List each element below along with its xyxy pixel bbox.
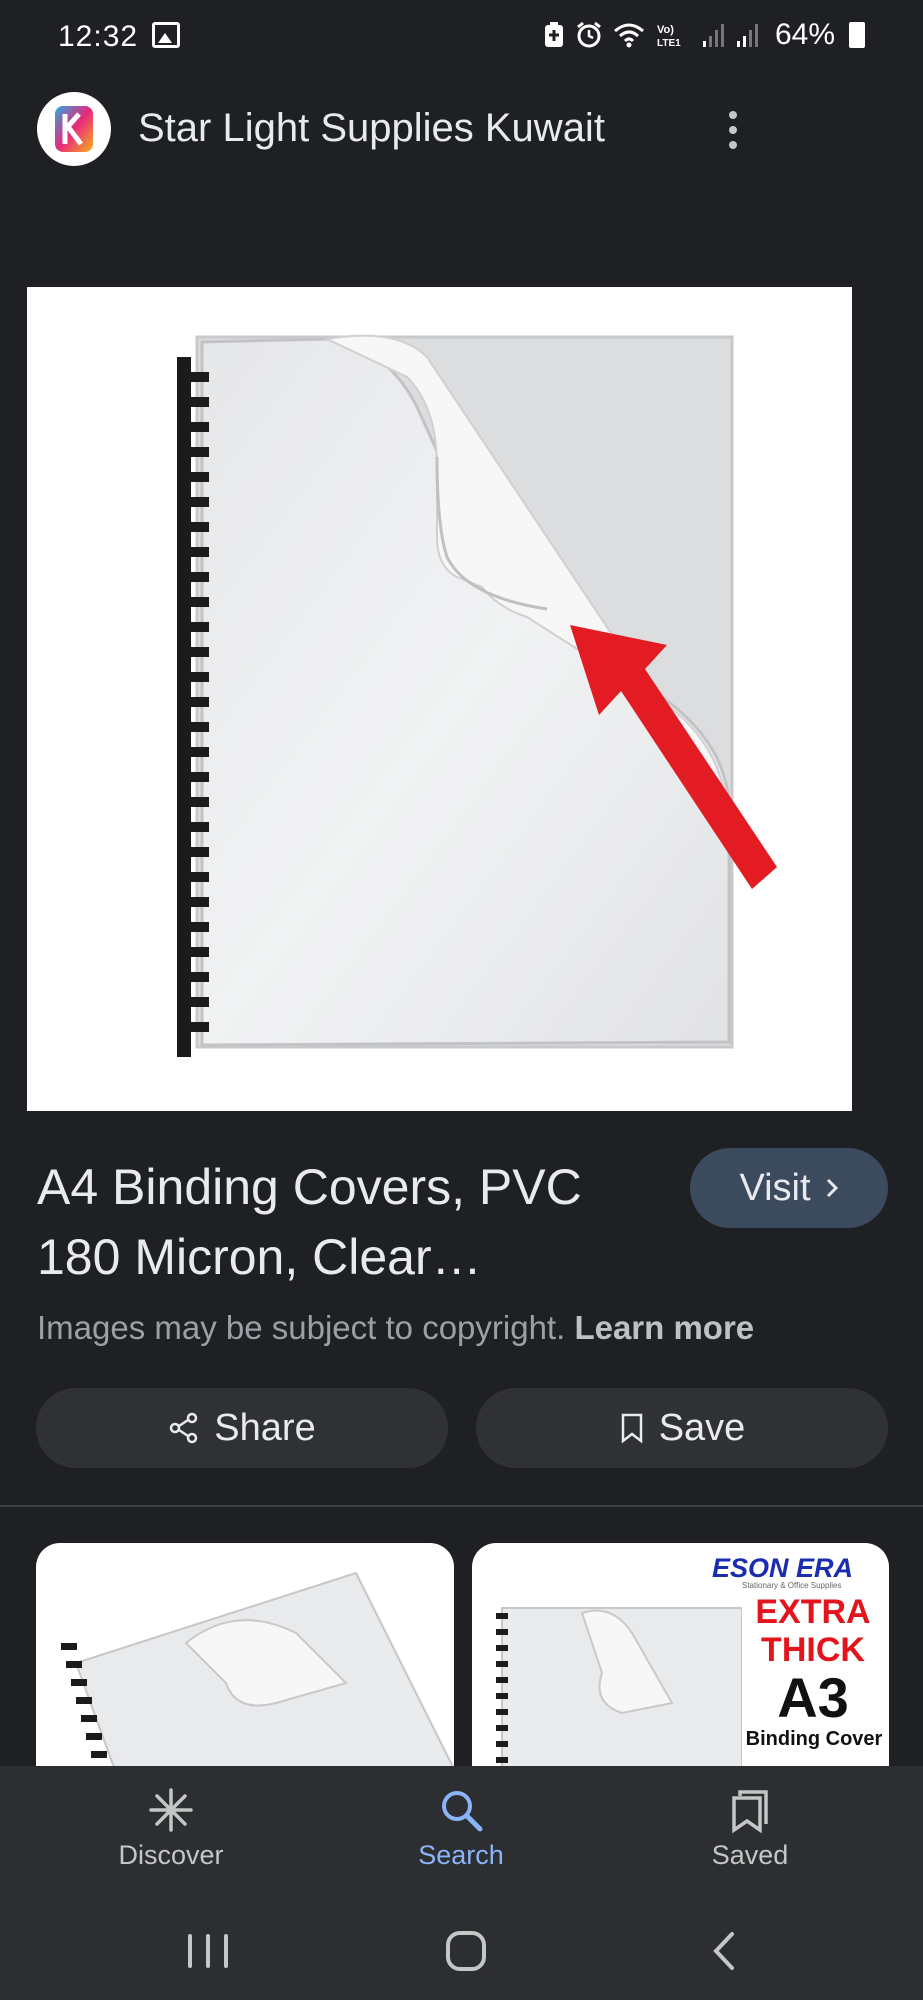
- signal-1-icon: [702, 24, 724, 47]
- battery-saver-icon: [544, 22, 563, 47]
- nav-discover[interactable]: Discover: [71, 1786, 271, 1871]
- status-icons: Vo) LTE1 64%: [543, 18, 865, 52]
- related-image-1[interactable]: [36, 1543, 454, 1773]
- recent-apps-icon[interactable]: [178, 1926, 238, 1976]
- site-logo[interactable]: [37, 92, 111, 166]
- nav-saved-label: Saved: [711, 1840, 789, 1870]
- status-time: 12:32: [58, 20, 139, 53]
- nav-search-label: Search: [418, 1840, 504, 1870]
- signal-2-icon: [736, 24, 758, 47]
- saved-icon: [732, 1790, 768, 1834]
- share-button[interactable]: Share: [36, 1388, 448, 1468]
- site-logo-image: [55, 106, 93, 152]
- more-options-icon[interactable]: [718, 105, 748, 155]
- site-name[interactable]: Star Light Supplies Kuwait: [138, 106, 605, 151]
- save-label: Save: [658, 1406, 746, 1449]
- related-image-1-illustration: [61, 1571, 454, 1773]
- divider: [0, 1505, 923, 1507]
- share-label: Share: [214, 1406, 316, 1449]
- svg-text:LTE1: LTE1: [657, 38, 681, 49]
- svg-text:Vo): Vo): [657, 24, 674, 36]
- home-icon[interactable]: [436, 1926, 496, 1976]
- eson-era-tagline: Stationary & Office Supplies: [742, 1581, 842, 1590]
- save-button[interactable]: Save: [476, 1388, 888, 1468]
- chevron-right-icon: [826, 1178, 838, 1198]
- visit-label: Visit: [739, 1166, 811, 1209]
- search-icon: [442, 1791, 483, 1832]
- binding-cover-label: Binding Cover: [745, 1728, 883, 1750]
- share-icon: [170, 1412, 198, 1444]
- eson-era-logo: ESON ERA: [712, 1553, 854, 1583]
- related-image-2[interactable]: ESON ERA Stationary & Office Supplies EX…: [472, 1543, 889, 1773]
- system-navigation-bar: [0, 1906, 923, 2000]
- copyright-notice: Images may be subject to copyright. Lear…: [37, 1309, 754, 1347]
- extra-thick-label: EXTRA THICK: [755, 1593, 871, 1669]
- nav-saved[interactable]: Saved: [650, 1786, 850, 1871]
- product-image[interactable]: [27, 287, 852, 1111]
- lte-icon: Vo) LTE1: [657, 24, 681, 49]
- copyright-text: Images may be subject to copyright.: [37, 1309, 566, 1346]
- alarm-icon: [577, 21, 601, 48]
- battery-icon: [849, 22, 865, 48]
- wifi-icon: [613, 23, 644, 48]
- result-header: Star Light Supplies Kuwait: [0, 72, 923, 187]
- visit-button[interactable]: Visit: [690, 1148, 888, 1228]
- nav-search[interactable]: Search: [361, 1786, 561, 1871]
- discover-icon: [149, 1788, 193, 1832]
- a3-label: A3: [777, 1666, 849, 1729]
- status-bar: 12:32 Vo) LTE1 64%: [0, 0, 923, 72]
- product-title[interactable]: A4 Binding Covers, PVC 180 Micron, Clear…: [37, 1152, 647, 1292]
- bottom-navigation: Discover Search Saved: [0, 1766, 923, 1906]
- bookmark-icon: [621, 1413, 642, 1444]
- gallery-notification-icon: [152, 22, 180, 48]
- learn-more-link[interactable]: Learn more: [574, 1309, 754, 1346]
- nav-discover-label: Discover: [118, 1840, 224, 1870]
- binding-cover-illustration: [177, 334, 777, 1057]
- back-icon[interactable]: [694, 1926, 754, 1976]
- battery-percent: 64%: [774, 18, 835, 51]
